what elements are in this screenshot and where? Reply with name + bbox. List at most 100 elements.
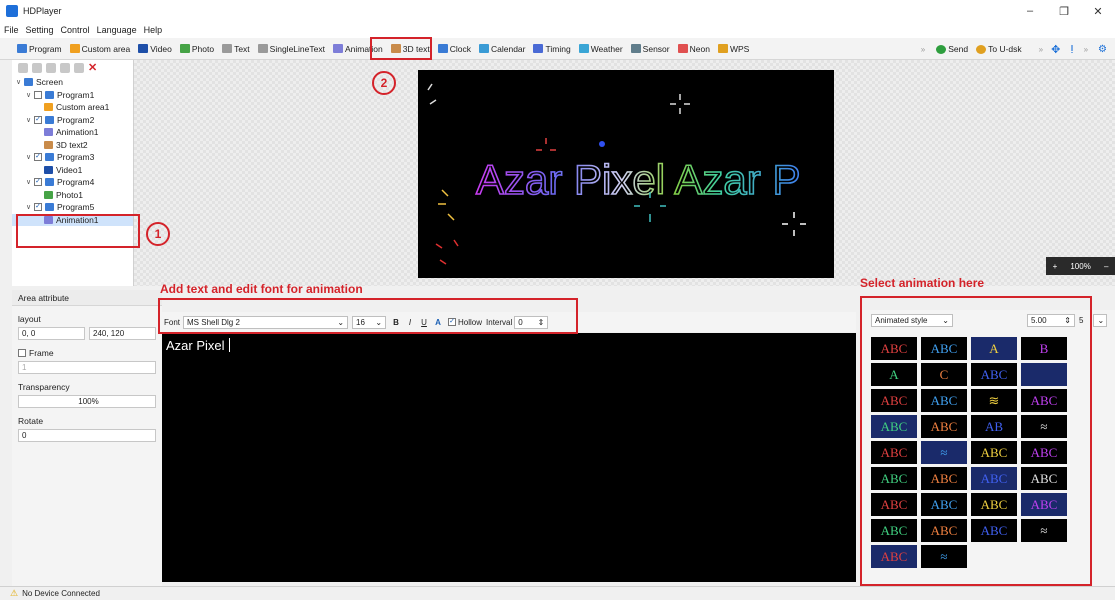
- position-field[interactable]: 0, 0: [18, 327, 85, 340]
- weather-icon: [578, 44, 589, 53]
- calendar-icon: [478, 44, 489, 53]
- toolbar-text-button[interactable]: Text: [219, 40, 253, 58]
- tree-node-icon: [44, 128, 53, 137]
- tree-item[interactable]: ∨ Program1: [12, 89, 133, 102]
- minimize-button[interactable]: –: [1013, 0, 1047, 22]
- tree-node-icon: [45, 90, 54, 99]
- toolbar-label: Custom area: [81, 43, 131, 54]
- tree-checkbox[interactable]: ✓: [34, 203, 42, 212]
- menu-language[interactable]: Language: [97, 25, 137, 35]
- preview-svg: Azar Pixel Azar P: [427, 83, 806, 265]
- text-icon: [222, 44, 233, 53]
- area-attribute-panel: Area attribute layout 0, 0 240, 120 Fram…: [12, 290, 162, 586]
- zoom-out-button[interactable]: –: [1104, 262, 1108, 271]
- tree-item[interactable]: Custom area1: [12, 101, 133, 114]
- tree-up-icon[interactable]: [60, 63, 70, 73]
- toolbar-timing-button[interactable]: Timing: [530, 40, 573, 58]
- toolbar-singlelinetext-button[interactable]: SingleLineText: [255, 40, 328, 58]
- toolbar-program-button[interactable]: Program: [14, 40, 65, 58]
- tree-item[interactable]: ∨ Screen: [12, 76, 133, 89]
- toolbar-clock-button[interactable]: Clock: [435, 40, 474, 58]
- chevron-down-icon[interactable]: ∨: [26, 153, 34, 161]
- led-preview[interactable]: Azar Pixel Azar P: [418, 70, 834, 278]
- main-toolbar: Program Custom area Video Photo Text SingleLi…: [0, 38, 1115, 60]
- chevron-down-icon[interactable]: ∨: [16, 78, 24, 86]
- size-field[interactable]: 240, 120: [89, 327, 156, 340]
- tree-node-icon: [45, 203, 54, 212]
- tree-item-label: Program4: [57, 177, 95, 188]
- toolbar-wps-button[interactable]: WPS: [715, 40, 752, 58]
- text-editor[interactable]: Azar Pixel: [162, 333, 856, 582]
- tree-checkbox[interactable]: ✓: [34, 153, 42, 162]
- overflow-icon-3[interactable]: »: [1084, 45, 1088, 54]
- tree-new-icon[interactable]: [18, 63, 28, 73]
- toolbar-custom-area-button[interactable]: Custom area: [67, 40, 134, 58]
- transparency-slider[interactable]: 100%: [18, 395, 156, 408]
- chevron-down-icon: ⌄: [1097, 315, 1105, 325]
- anim-more-select[interactable]: ⌄: [1093, 313, 1108, 327]
- tree-item[interactable]: Animation1: [12, 126, 133, 139]
- toolbar-label: Program: [29, 43, 62, 54]
- tree-item-label: Custom area1: [56, 102, 110, 113]
- send-label: Send: [948, 44, 969, 54]
- close-button[interactable]: ✕: [1081, 0, 1115, 22]
- tree-item-label: Program2: [57, 114, 95, 125]
- chevron-down-icon[interactable]: ∨: [26, 178, 34, 186]
- menu-help[interactable]: Help: [144, 25, 163, 35]
- to-udisk-button[interactable]: To U-dsk: [973, 40, 1025, 58]
- toolbar-sensor-button[interactable]: Sensor: [628, 40, 673, 58]
- tree-item[interactable]: ∨ ✓ Program4: [12, 176, 133, 189]
- tree-item[interactable]: ∨ ✓ Program5: [12, 201, 133, 214]
- tree-item[interactable]: ∨ ✓ Program3: [12, 151, 133, 164]
- tree-item-label: Program3: [57, 152, 95, 163]
- tree-item[interactable]: ∨ ✓ Program2: [12, 114, 133, 127]
- tree-down-icon[interactable]: [74, 63, 84, 73]
- highlight-animation-button: [370, 37, 432, 60]
- zoom-in-button[interactable]: +: [1053, 262, 1058, 271]
- toolbar-calendar-button[interactable]: Calendar: [476, 40, 529, 58]
- tree-node-icon: [44, 190, 53, 199]
- send-button[interactable]: Send: [933, 40, 971, 58]
- frame-select[interactable]: 1: [18, 361, 156, 374]
- toolbar-label: Weather: [590, 43, 623, 54]
- tree-checkbox[interactable]: [34, 90, 42, 99]
- tree-item-label: Photo1: [56, 189, 83, 200]
- tree-checkbox[interactable]: ✓: [34, 115, 42, 124]
- toolbar-weather-button[interactable]: Weather: [576, 40, 626, 58]
- overflow-icon-2[interactable]: »: [1039, 45, 1043, 54]
- toolbar-photo-button[interactable]: Photo: [177, 40, 217, 58]
- tree-item[interactable]: 3D text2: [12, 139, 133, 152]
- move-icon[interactable]: ✥: [1051, 43, 1060, 56]
- menu-control[interactable]: Control: [61, 25, 90, 35]
- frame-row: Frame: [12, 348, 162, 358]
- tree-copy-icon[interactable]: [32, 63, 42, 73]
- toolbar-label: Neon: [689, 43, 710, 54]
- frame-checkbox[interactable]: [18, 349, 26, 357]
- tree-checkbox[interactable]: ✓: [34, 178, 42, 187]
- overflow-icon[interactable]: »: [921, 45, 925, 54]
- settings-icon[interactable]: ⚙: [1098, 44, 1107, 55]
- menu-file[interactable]: File: [4, 25, 19, 35]
- tree-delete-icon[interactable]: ✕: [88, 63, 98, 74]
- toolbar-video-button[interactable]: Video: [135, 40, 175, 58]
- status-bar: ⚠ No Device Connected: [0, 586, 1115, 600]
- menu-setting[interactable]: Setting: [26, 25, 54, 35]
- rotate-field[interactable]: 0: [18, 429, 156, 442]
- tree-item[interactable]: Photo1: [12, 189, 133, 202]
- info-icon[interactable]: ⵑ: [1070, 43, 1073, 56]
- chevron-down-icon[interactable]: ∨: [26, 116, 34, 124]
- tree-paste-icon[interactable]: [46, 63, 56, 73]
- warning-icon: ⚠: [10, 588, 19, 598]
- maximize-button[interactable]: ❐: [1047, 0, 1081, 22]
- tree-item[interactable]: Video1: [12, 164, 133, 177]
- zoom-value: 100%: [1070, 261, 1091, 271]
- toolbar-neon-button[interactable]: Neon: [675, 40, 713, 58]
- toolbar-label: Clock: [449, 43, 471, 54]
- chevron-down-icon[interactable]: ∨: [26, 203, 34, 211]
- app-icon: [6, 5, 18, 17]
- title-bar: HDPlayer – ❐ ✕: [0, 0, 1115, 22]
- font-hint-label: Add text and edit font for animation: [160, 282, 363, 296]
- step-1-marker: 1: [146, 222, 170, 246]
- tree-item-label: Program1: [57, 89, 95, 100]
- chevron-down-icon[interactable]: ∨: [26, 91, 34, 99]
